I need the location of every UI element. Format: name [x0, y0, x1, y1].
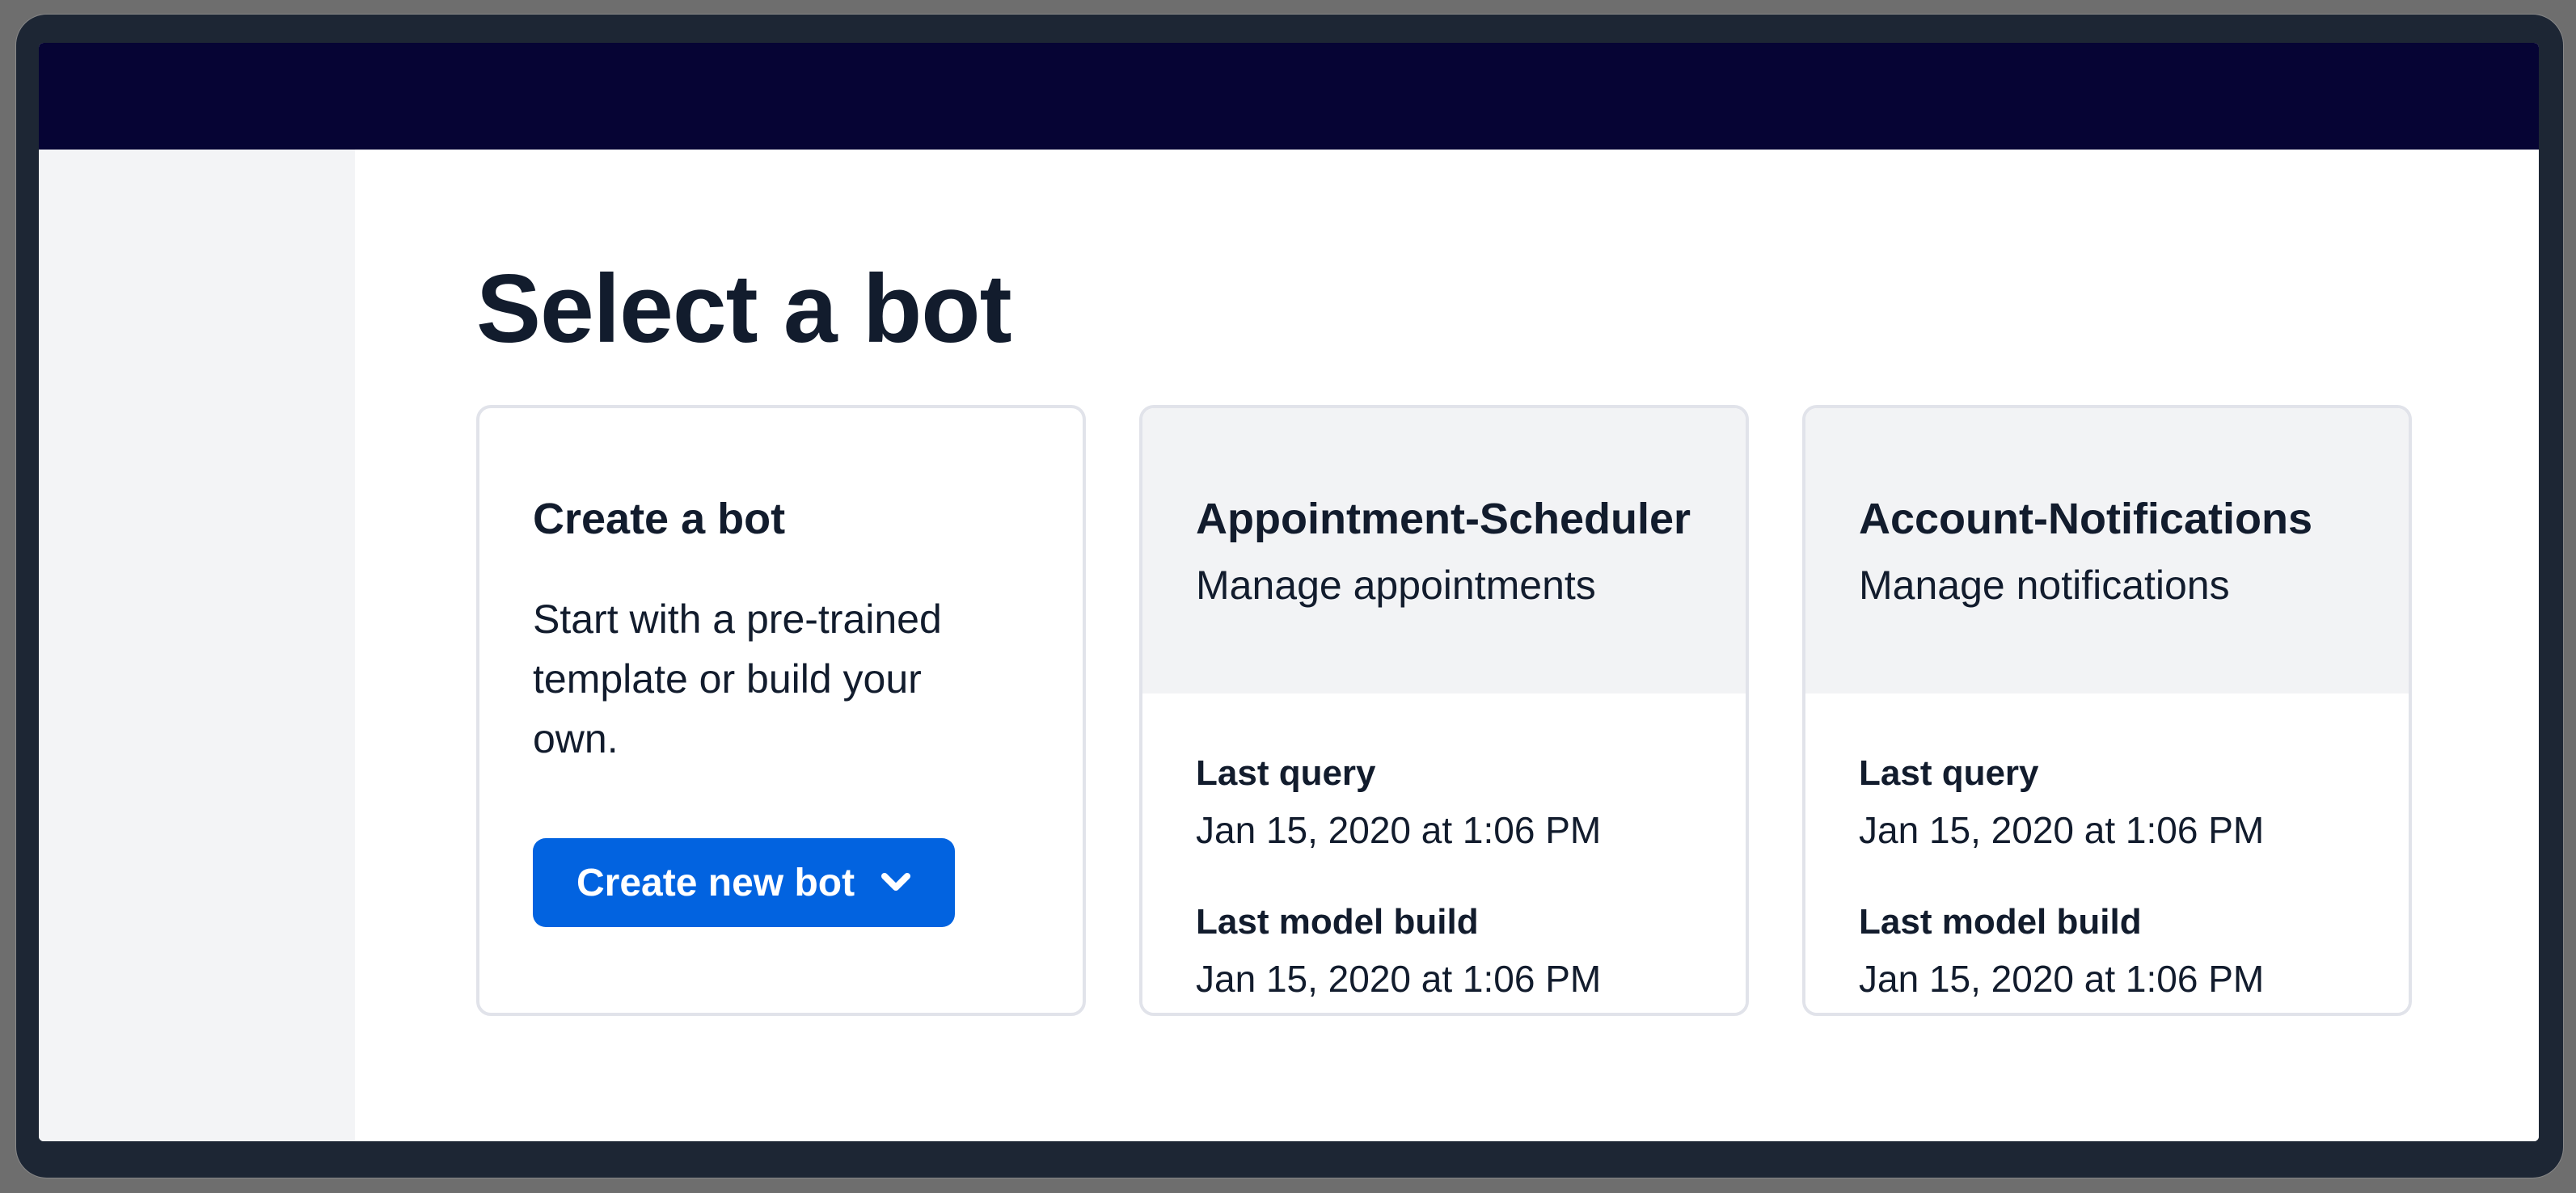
last-query-group: Last query Jan 15, 2020 at 1:06 PM [1196, 753, 1692, 852]
chevron-down-icon [880, 872, 911, 893]
bot-card-account-notifications[interactable]: Account-Notifications Manage notificatio… [1802, 405, 2412, 1016]
bot-name: Account-Notifications [1859, 494, 2355, 544]
bot-card-header: Account-Notifications Manage notificatio… [1805, 408, 2409, 693]
last-model-build-value: Jan 15, 2020 at 1:06 PM [1859, 957, 2355, 1001]
bot-description: Manage appointments [1196, 562, 1692, 609]
create-bot-card-title: Create a bot [533, 494, 1029, 544]
app-window: Select a bot Create a bot Start with a p… [16, 15, 2563, 1178]
main-panel: Select a bot Create a bot Start with a p… [355, 150, 2539, 1141]
create-bot-card: Create a bot Start with a pre-trained te… [476, 405, 1086, 1016]
last-model-build-group: Last model build Jan 15, 2020 at 1:06 PM [1859, 902, 2355, 1001]
bot-card-body: Last query Jan 15, 2020 at 1:06 PM Last … [1142, 693, 1746, 1013]
top-nav-bar [39, 43, 2539, 150]
bot-card-appointment-scheduler[interactable]: Appointment-Scheduler Manage appointment… [1139, 405, 1749, 1016]
sidebar [39, 150, 355, 1141]
last-model-build-group: Last model build Jan 15, 2020 at 1:06 PM [1196, 902, 1692, 1001]
last-query-label: Last query [1196, 753, 1692, 794]
content-area: Select a bot Create a bot Start with a p… [39, 150, 2539, 1141]
last-model-build-label: Last model build [1196, 902, 1692, 942]
create-bot-card-description: Start with a pre-trained template or bui… [533, 589, 1002, 769]
last-query-value: Jan 15, 2020 at 1:06 PM [1196, 808, 1692, 852]
create-new-bot-button-label: Create new bot [576, 861, 855, 905]
last-query-label: Last query [1859, 753, 2355, 794]
bot-description: Manage notifications [1859, 562, 2355, 609]
bot-card-header: Appointment-Scheduler Manage appointment… [1142, 408, 1746, 693]
last-model-build-label: Last model build [1859, 902, 2355, 942]
bot-card-body: Last query Jan 15, 2020 at 1:06 PM Last … [1805, 693, 2409, 1013]
create-new-bot-button[interactable]: Create new bot [533, 838, 955, 927]
last-model-build-value: Jan 15, 2020 at 1:06 PM [1196, 957, 1692, 1001]
screen: Select a bot Create a bot Start with a p… [39, 43, 2539, 1141]
page-title: Select a bot [476, 253, 2418, 365]
bot-name: Appointment-Scheduler [1196, 494, 1692, 544]
last-query-value: Jan 15, 2020 at 1:06 PM [1859, 808, 2355, 852]
bot-cards-row: Create a bot Start with a pre-trained te… [476, 405, 2418, 1016]
last-query-group: Last query Jan 15, 2020 at 1:06 PM [1859, 753, 2355, 852]
